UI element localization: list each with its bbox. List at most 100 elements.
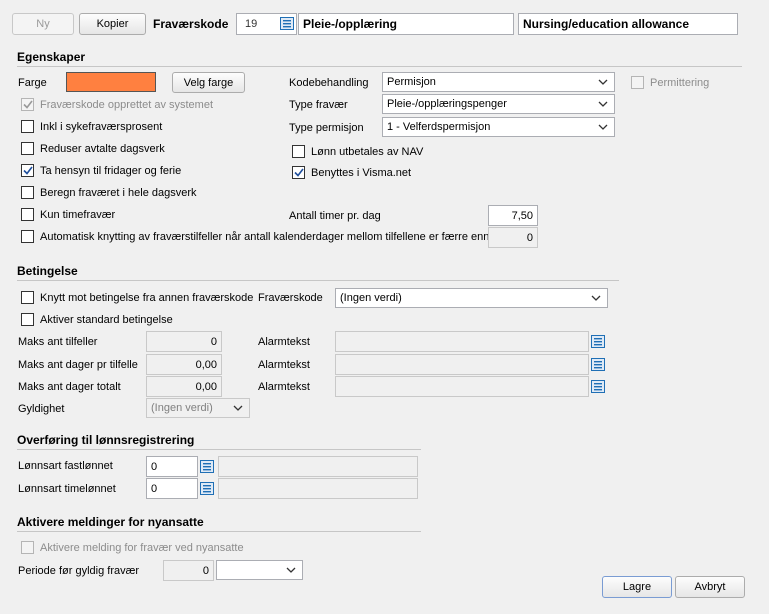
hourly-wage-description — [218, 478, 418, 499]
auto-link-days-value: 0 — [526, 231, 533, 244]
leave-type-label: Type permisjon — [289, 122, 364, 134]
consider-holidays-label: Ta hensyn til fridager og ferie — [40, 164, 182, 177]
validity-select[interactable]: (Ingen verdi) — [146, 398, 250, 418]
consider-holidays-checkbox[interactable]: Ta hensyn til fridager og ferie — [21, 164, 181, 177]
chevron-down-icon — [596, 97, 610, 111]
max-cases-input[interactable]: 0 — [146, 331, 222, 352]
max-days-total-input[interactable]: 0,00 — [146, 376, 222, 397]
list-lookup-icon — [590, 380, 605, 393]
messages-title: Aktivere meldinger for nyansatte — [17, 515, 204, 529]
condition-absence-code-value: (Ingen verdi) — [340, 292, 402, 304]
hours-only-checkbox[interactable]: Kun timefravær — [21, 208, 115, 221]
hours-per-day-label: Antall timer pr. dag — [289, 210, 381, 222]
visma-net-label: Benyttes i Visma.net — [311, 166, 412, 179]
absence-code-lookup-button[interactable] — [278, 14, 295, 33]
visma-net-checkbox[interactable]: Benyttes i Visma.net — [292, 166, 411, 179]
hourly-wage-label: Lønnsart timelønnet — [18, 483, 116, 495]
max-cases-value: 0 — [210, 335, 217, 348]
absence-code-label: Fraværskode — [153, 17, 229, 31]
layoff-checkbox[interactable]: Permittering — [631, 76, 709, 89]
properties-title: Egenskaper — [17, 50, 86, 64]
checkbox-box — [21, 142, 34, 155]
alarm-input-2[interactable] — [335, 354, 589, 375]
checkmark-icon — [22, 166, 33, 175]
absence-type-value: Pleie-/opplæringspenger — [387, 98, 507, 110]
link-other-checkbox[interactable]: Knytt mot betingelse fra annen fraværsko… — [21, 291, 253, 304]
condition-absence-code-label: Fraværskode — [258, 292, 323, 304]
leave-type-value: 1 - Velferdspermisjon — [387, 121, 491, 133]
copy-button[interactable]: Kopier — [79, 13, 146, 35]
checkbox-box — [21, 541, 34, 554]
absence-code-value: 19 — [245, 18, 258, 30]
checkbox-box — [21, 164, 34, 177]
auto-link-label: Automatisk knytting av fraværstilfeller … — [40, 230, 490, 243]
max-days-case-label: Maks ant dager pr tilfelle — [18, 359, 138, 371]
checkbox-box — [631, 76, 644, 89]
leave-type-select[interactable]: 1 - Velferdspermisjon — [382, 117, 615, 137]
period-input[interactable]: 0 — [163, 560, 214, 581]
condition-divider — [17, 280, 619, 281]
choose-color-button[interactable]: Velg farge — [172, 72, 245, 93]
max-days-case-input[interactable]: 0,00 — [146, 354, 222, 375]
include-sick-pct-checkbox[interactable]: Inkl i sykefraværsprosent — [21, 120, 162, 133]
list-lookup-icon — [199, 460, 214, 473]
absence-name-no-value: Pleie-/opplæring — [303, 17, 398, 31]
fixed-wage-description — [218, 456, 418, 477]
absence-name-en-input[interactable]: Nursing/education allowance — [518, 13, 738, 35]
code-handling-select[interactable]: Permisjon — [382, 72, 615, 92]
auto-link-days-input[interactable]: 0 — [488, 227, 538, 248]
save-button[interactable]: Lagre — [602, 576, 672, 598]
hours-only-label: Kun timefravær — [40, 208, 116, 221]
absence-type-label: Type fravær — [289, 99, 348, 111]
absence-type-select[interactable]: Pleie-/opplæringspenger — [382, 94, 615, 114]
chevron-down-icon — [589, 291, 603, 305]
fixed-wage-lookup-button[interactable] — [198, 457, 215, 476]
code-handling-value: Permisjon — [387, 76, 436, 88]
checkbox-box — [21, 291, 34, 304]
checkbox-box — [21, 186, 34, 199]
messages-divider — [17, 531, 421, 532]
cancel-button[interactable]: Avbryt — [675, 576, 745, 598]
nav-pays-checkbox[interactable]: Lønn utbetales av NAV — [292, 145, 423, 158]
chevron-down-icon — [596, 120, 610, 134]
period-value: 0 — [202, 564, 209, 577]
hourly-wage-lookup-button[interactable] — [198, 479, 215, 498]
color-label: Farge — [18, 77, 47, 89]
list-lookup-icon — [590, 358, 605, 371]
nav-pays-label: Lønn utbetales av NAV — [311, 145, 424, 158]
reduce-workdays-checkbox[interactable]: Reduser avtalte dagsverk — [21, 142, 165, 155]
alarm-lookup-button-3[interactable] — [589, 377, 606, 396]
alarm-input-1[interactable] — [335, 331, 589, 352]
color-swatch — [66, 72, 156, 92]
checkbox-box — [21, 313, 34, 326]
created-by-system-label: Fraværskode opprettet av systemet — [40, 98, 214, 111]
auto-link-checkbox[interactable]: Automatisk knytting av fraværstilfeller … — [21, 230, 489, 243]
alarm-lookup-button-1[interactable] — [589, 332, 606, 351]
hours-per-day-input[interactable]: 7,50 — [488, 205, 538, 226]
period-unit-select[interactable] — [216, 560, 303, 580]
alarm-lookup-button-2[interactable] — [589, 355, 606, 374]
activate-std-label: Aktiver standard betingelse — [40, 313, 173, 326]
hours-per-day-value: 7,50 — [511, 209, 533, 222]
created-by-system-checkbox[interactable]: Fraværskode opprettet av systemet — [21, 98, 213, 111]
absence-name-en-value: Nursing/education allowance — [523, 17, 690, 31]
alarm-input-3[interactable] — [335, 376, 589, 397]
max-days-total-label: Maks ant dager totalt — [18, 381, 121, 393]
condition-absence-code-select[interactable]: (Ingen verdi) — [335, 288, 608, 308]
new-button[interactable]: Ny — [12, 13, 74, 35]
calc-whole-day-label: Beregn fraværet i hele dagsverk — [40, 186, 197, 199]
absence-name-no-input[interactable]: Pleie-/opplæring — [298, 13, 514, 35]
condition-title: Betingelse — [17, 264, 78, 278]
layoff-label: Permittering — [650, 76, 710, 89]
checkbox-box — [21, 120, 34, 133]
hourly-wage-value: 0 — [151, 482, 158, 495]
checkbox-box — [21, 208, 34, 221]
activate-message-checkbox[interactable]: Aktivere melding for fravær ved nyansatt… — [21, 541, 244, 554]
max-days-total-value: 0,00 — [195, 380, 217, 393]
chevron-down-icon — [284, 563, 298, 577]
activate-std-checkbox[interactable]: Aktiver standard betingelse — [21, 313, 173, 326]
calc-whole-day-checkbox[interactable]: Beregn fraværet i hele dagsverk — [21, 186, 197, 199]
activate-message-label: Aktivere melding for fravær ved nyansatt… — [40, 541, 244, 554]
hourly-wage-input[interactable]: 0 — [146, 478, 198, 499]
fixed-wage-input[interactable]: 0 — [146, 456, 198, 477]
